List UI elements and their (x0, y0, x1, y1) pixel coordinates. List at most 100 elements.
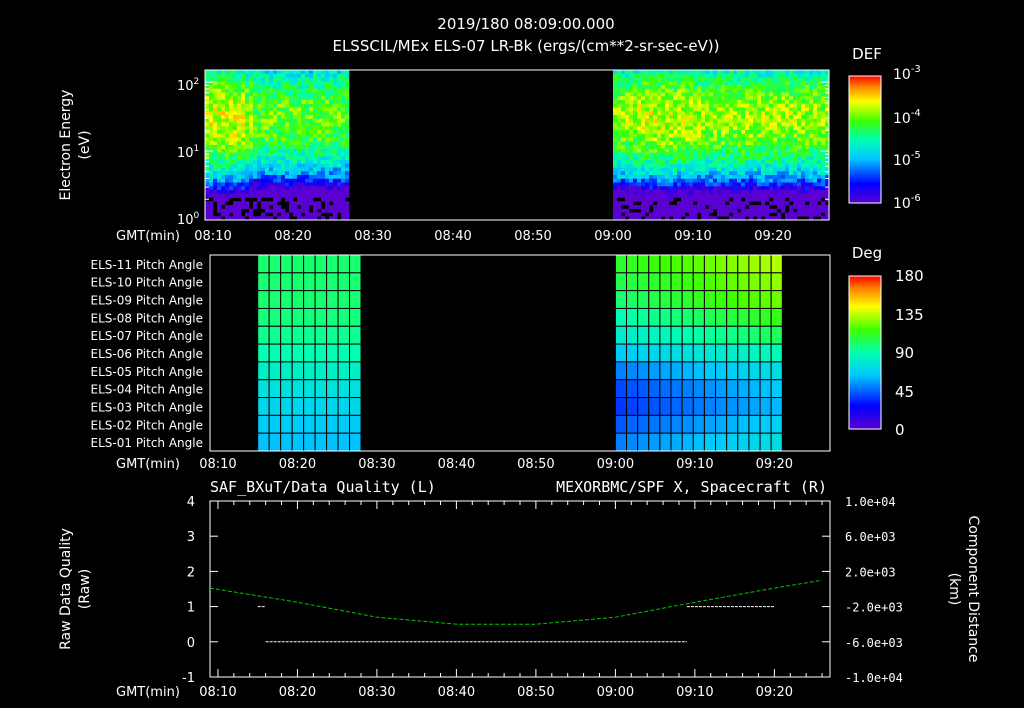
spectrogram-cell (737, 205, 742, 210)
time-tick-label: 08:30 (358, 457, 395, 472)
spectrogram-cell (797, 118, 802, 123)
pitch-cell (648, 325, 661, 345)
spectrogram-cell (789, 130, 794, 135)
spectrogram-cell (629, 175, 634, 180)
spectrogram-cell (221, 156, 226, 161)
spectrogram-cell (345, 182, 350, 187)
spectrogram-cell (761, 186, 766, 191)
spectrogram-cell (721, 163, 726, 168)
spectrogram-cell (821, 88, 826, 93)
spectrogram-cell (777, 130, 782, 135)
spectrogram-cell (677, 92, 682, 97)
spectrogram-cell (745, 197, 750, 202)
spectrogram-cell (641, 212, 646, 217)
spectrogram-cell (705, 190, 710, 195)
spectrogram-cell (797, 126, 802, 131)
spectrogram-cell (625, 186, 630, 191)
spectrogram-cell (709, 70, 714, 75)
spectrogram-cell (781, 205, 786, 210)
spectrogram-cell (753, 118, 758, 123)
spectrogram-cell (253, 70, 258, 75)
spectrogram-cell (793, 190, 798, 195)
spectrogram-cell (265, 145, 270, 150)
spectrogram-cell (769, 118, 774, 123)
spectrogram-cell (741, 148, 746, 153)
spectrogram-cell (769, 193, 774, 198)
spectrogram-cell (721, 178, 726, 183)
spectrogram-cell (749, 208, 754, 213)
spectrogram-cell (773, 130, 778, 135)
spectrogram-cell (693, 103, 698, 108)
spectrogram-cell (221, 163, 226, 168)
pitch-cell (291, 290, 305, 309)
spectrogram-cell (285, 73, 290, 78)
spectrogram-cell (213, 70, 218, 75)
spectrogram-cell (685, 193, 690, 198)
spectrogram-cell (269, 118, 274, 123)
spectrogram-cell (745, 171, 750, 176)
spectrogram-cell (333, 160, 338, 165)
spectrogram-cell (329, 141, 334, 146)
spectrogram-cell (773, 126, 778, 131)
spectrogram-cell (309, 160, 314, 165)
pitch-cell (303, 307, 316, 327)
spectrogram-cell (313, 133, 318, 138)
spectrogram-cell (693, 182, 698, 187)
spectrogram-cell (725, 81, 730, 86)
spectrogram-cell (693, 156, 698, 161)
spectrogram-cell (233, 141, 238, 146)
spectrogram-cell (797, 186, 802, 191)
spectrogram-cell (741, 186, 746, 191)
spectrogram-cell (637, 100, 642, 105)
spectrogram-cell (745, 193, 750, 198)
spectrogram-cell (629, 92, 634, 97)
spectrogram-cell (741, 212, 746, 217)
spectrogram-cell (661, 92, 666, 97)
spectrogram-cell (613, 111, 618, 116)
spectrogram-cell (325, 141, 330, 146)
spectrogram-cell (637, 88, 642, 93)
spectrogram-cell (257, 73, 262, 78)
spectrogram-cell (709, 171, 714, 176)
quality-left-tick-label: 3 (187, 530, 195, 545)
spectrogram-cell (317, 81, 322, 86)
spectrogram-cell (321, 152, 326, 157)
spectrogram-cell (341, 163, 346, 168)
spectrogram-cell (345, 73, 350, 78)
spectrogram-cell (213, 115, 218, 120)
spectrogram-cell (697, 148, 702, 153)
spectrogram-cell (633, 145, 638, 150)
spectrogram-cell (685, 118, 690, 123)
spectrogram-cell (797, 152, 802, 157)
spectrogram-cell (757, 103, 762, 108)
spectrogram-cell (769, 130, 774, 135)
spectrogram-cell (737, 163, 742, 168)
spectrogram-cell (701, 111, 706, 116)
spectrogram-cell (321, 171, 326, 176)
spectrogram-cell (245, 92, 250, 97)
spectrogram-cell (805, 145, 810, 150)
spectrogram-cell (317, 145, 322, 150)
spectrogram-cell (769, 92, 774, 97)
spectrogram-cell (709, 145, 714, 150)
spectrogram-cell (661, 163, 666, 168)
spectrogram-cell (689, 126, 694, 131)
spectrogram-cell (697, 163, 702, 168)
spectrogram-cell (257, 193, 262, 198)
pitch-cell (326, 432, 339, 452)
spectrogram-cell (729, 178, 734, 183)
spectrogram-cell (801, 126, 806, 131)
spectrogram-cell (805, 193, 810, 198)
spectrogram-cell (805, 88, 810, 93)
spectrogram-cell (793, 88, 798, 93)
spectrogram-cell (773, 190, 778, 195)
spectrogram-cell (233, 88, 238, 93)
spectrogram-cell (629, 88, 634, 93)
spectrogram-cell (681, 156, 686, 161)
spectrogram-cell (649, 145, 654, 150)
spectrogram-cell (773, 175, 778, 180)
spectrogram-cell (665, 70, 670, 75)
spectrogram-cell (801, 115, 806, 120)
spectrogram-cell (661, 126, 666, 131)
spectrogram-cell (701, 208, 706, 213)
